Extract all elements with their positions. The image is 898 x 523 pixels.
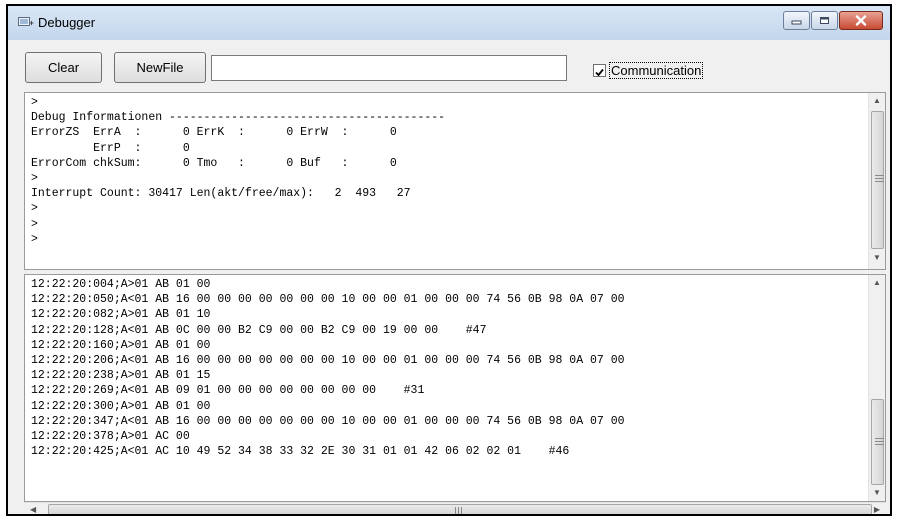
log-pane-scroll-thumb[interactable] xyxy=(871,399,884,485)
log-pane-line: 12:22:20:347;A<01 AB 16 00 00 00 00 00 0… xyxy=(31,414,625,428)
close-button[interactable] xyxy=(839,11,883,30)
debug-pane-scroll-thumb[interactable] xyxy=(871,111,884,249)
log-pane-line: 12:22:20:238;A>01 AB 01 15 xyxy=(31,369,211,383)
title-bar[interactable]: Debugger xyxy=(8,6,890,40)
newfile-button[interactable]: NewFile xyxy=(114,52,206,83)
debug-pane-line: Interrupt Count: 30417 Len(akt/free/max)… xyxy=(31,187,411,201)
minimize-icon xyxy=(791,20,802,25)
log-pane-line: 12:22:20:300;A>01 AB 01 00 xyxy=(31,399,211,413)
communication-checkbox[interactable] xyxy=(593,64,606,77)
communication-label[interactable]: Communication xyxy=(609,62,704,79)
log-pane-line: 12:22:20:206;A<01 AB 16 00 00 00 00 00 0… xyxy=(31,354,625,368)
grip-line xyxy=(461,507,462,514)
checkmark-icon xyxy=(595,68,604,77)
log-pane-horizontal-scrollbar[interactable]: ◀ ▶ xyxy=(24,502,886,514)
log-pane-line: 12:22:20:378;A>01 AC 00 xyxy=(31,430,190,444)
debug-pane-line: Debug Informationen --------------------… xyxy=(31,111,446,125)
debug-pane-line: > xyxy=(31,232,38,246)
log-pane-line: 12:22:20:160;A>01 AB 01 00 xyxy=(31,338,211,352)
debug-info-text: > Debug Informationen -------------------… xyxy=(25,93,885,247)
log-pane-line: 12:22:20:082;A>01 AB 01 10 xyxy=(31,308,211,322)
debug-info-pane[interactable]: > Debug Informationen -------------------… xyxy=(24,92,886,270)
scroll-up-arrow-icon[interactable]: ▲ xyxy=(873,278,881,287)
scroll-down-arrow-icon[interactable]: ▼ xyxy=(873,488,881,497)
grip-line xyxy=(458,507,459,514)
scroll-up-arrow-icon[interactable]: ▲ xyxy=(873,96,881,105)
log-pane-line: 12:22:20:050;A<01 AB 16 00 00 00 00 00 0… xyxy=(31,293,625,307)
grip-line xyxy=(875,178,884,179)
grip-line xyxy=(455,507,456,514)
scroll-left-arrow-icon[interactable]: ◀ xyxy=(30,505,36,514)
debugger-window-icon xyxy=(18,17,34,26)
maximize-icon xyxy=(820,17,829,24)
communication-log-text: 12:22:20:004;A>01 AB 01 00 12:22:20:050;A… xyxy=(25,275,885,459)
grip-line xyxy=(875,438,884,439)
debug-pane-line: > xyxy=(31,202,38,216)
grip-line xyxy=(875,444,884,445)
window-edge-scrollbar[interactable] xyxy=(886,40,890,514)
log-pane-line: 12:22:20:128;A<01 AB 0C 00 00 B2 C9 00 0… xyxy=(31,323,487,337)
log-pane-line: 12:22:20:269;A<01 AB 09 01 00 00 00 00 0… xyxy=(31,384,425,398)
debugger-window: Debugger Clear NewFile Communication > De… xyxy=(6,4,892,516)
debug-pane-line: > xyxy=(31,96,38,109)
grip-line xyxy=(875,181,884,182)
close-icon xyxy=(855,15,867,26)
debug-pane-line: ErrP : 0 xyxy=(31,141,190,155)
window-title: Debugger xyxy=(38,15,96,30)
clear-button[interactable]: Clear xyxy=(25,52,102,83)
communication-log-pane[interactable]: 12:22:20:004;A>01 AB 01 00 12:22:20:050;A… xyxy=(24,274,886,502)
log-pane-vertical-scrollbar[interactable]: ▲ ▼ xyxy=(868,275,885,501)
file-path-input[interactable] xyxy=(211,55,567,81)
debug-pane-vertical-scrollbar[interactable]: ▲ ▼ xyxy=(868,93,885,269)
scroll-right-arrow-icon[interactable]: ▶ xyxy=(874,505,880,514)
debug-pane-line: > xyxy=(31,172,38,186)
scroll-down-arrow-icon[interactable]: ▼ xyxy=(873,253,881,262)
grip-line xyxy=(875,441,884,442)
minimize-button[interactable] xyxy=(783,11,810,30)
debug-pane-line: > xyxy=(31,217,38,231)
debug-pane-line: ErrorCom chkSum: 0 Tmo : 0 Buf : 0 xyxy=(31,156,397,170)
log-pane-line: 12:22:20:425;A<01 AC 10 49 52 34 38 33 3… xyxy=(31,445,570,459)
horizontal-scroll-thumb[interactable] xyxy=(48,504,872,514)
debug-pane-line: ErrorZS ErrA : 0 ErrK : 0 ErrW : 0 xyxy=(31,126,397,140)
maximize-button[interactable] xyxy=(811,11,838,30)
grip-line xyxy=(875,175,884,176)
log-pane-line: 12:22:20:004;A>01 AB 01 00 xyxy=(31,278,211,291)
